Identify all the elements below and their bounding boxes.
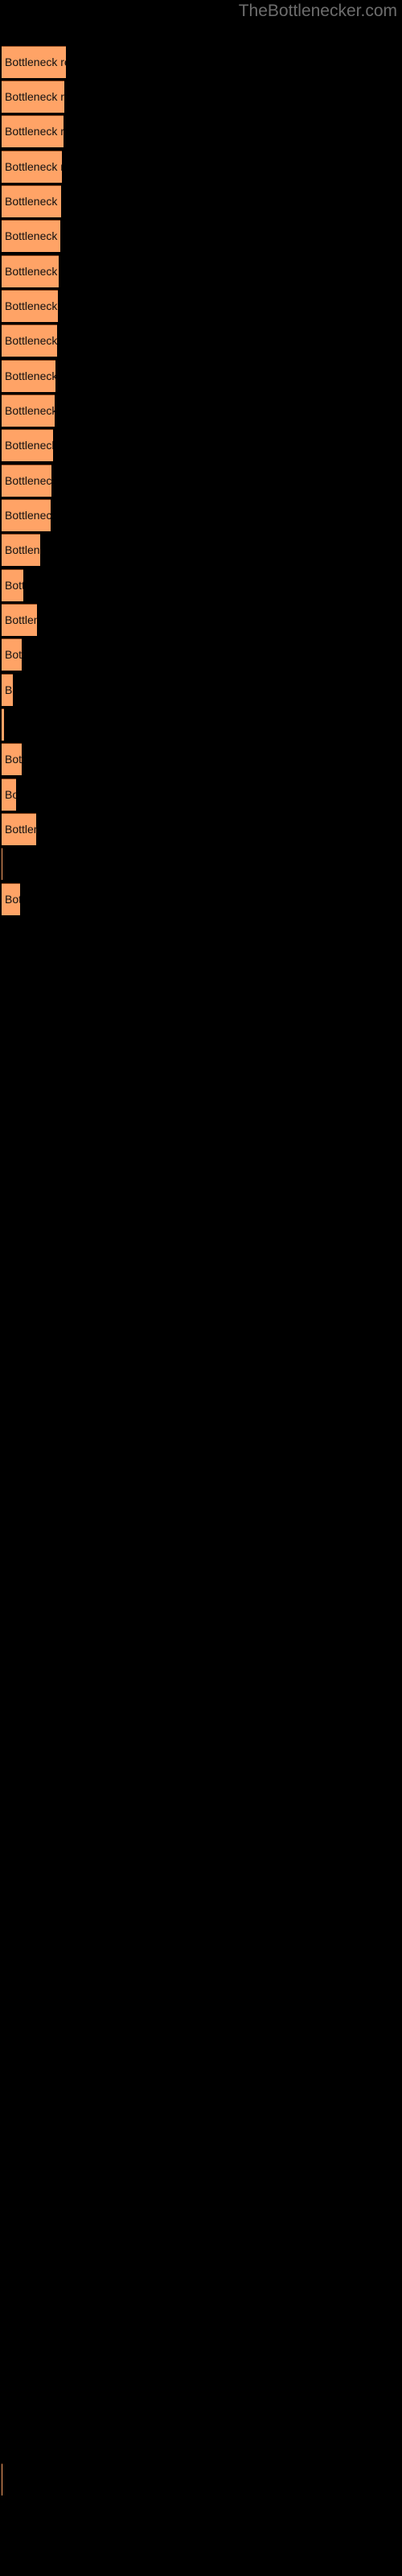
bar-row: Bottleneck result bbox=[0, 743, 402, 776]
bar-row: Bottleneck result bbox=[0, 429, 402, 462]
bar-row: Bottleneck result bbox=[0, 604, 402, 637]
result-bar[interactable] bbox=[2, 813, 36, 845]
bar-clip: Bottleneck result bbox=[2, 151, 62, 183]
bar-clip: Bottleneck result bbox=[2, 813, 36, 845]
result-bar[interactable] bbox=[2, 151, 62, 183]
bar-row: Bottleneck result bbox=[0, 2463, 402, 2496]
bar-row: Bottleneck result bbox=[0, 778, 402, 811]
bar-row: Bottleneck result bbox=[0, 534, 402, 567]
result-bar[interactable] bbox=[2, 429, 53, 461]
result-bar[interactable] bbox=[2, 46, 66, 78]
bar-row: Bottleneck result bbox=[0, 115, 402, 148]
bar-clip: Bottleneck result bbox=[2, 499, 51, 531]
bar-row: Bottleneck result bbox=[0, 46, 402, 79]
bar-row: Bottleneck result bbox=[0, 848, 402, 881]
result-bar[interactable] bbox=[2, 255, 59, 287]
bar-row: Bottleneck result bbox=[0, 394, 402, 427]
bar-clip: Bottleneck result bbox=[2, 220, 60, 252]
bar-row: Bottleneck result bbox=[0, 290, 402, 323]
bottleneck-results-chart: Bottleneck resultBottleneck resultBottle… bbox=[0, 0, 402, 2576]
bar-row: Bottleneck result bbox=[0, 324, 402, 357]
bar-clip: Bottleneck result bbox=[2, 394, 55, 427]
bar-row: Bottleneck result bbox=[0, 813, 402, 846]
bar-row: Bottleneck result bbox=[0, 569, 402, 602]
bar-clip: Bottleneck result bbox=[2, 290, 58, 322]
bar-clip: Bottleneck result bbox=[2, 743, 22, 775]
bar-row: Bottleneck result bbox=[0, 80, 402, 114]
result-bar[interactable] bbox=[2, 360, 55, 392]
bar-row: Bottleneck result bbox=[0, 255, 402, 288]
bar-row: Bottleneck result bbox=[0, 674, 402, 707]
result-bar[interactable] bbox=[2, 115, 64, 147]
bar-row: Bottleneck result bbox=[0, 151, 402, 184]
result-bar[interactable] bbox=[2, 534, 40, 566]
bar-clip: Bottleneck result bbox=[2, 604, 37, 636]
bar-row: Bottleneck result bbox=[0, 220, 402, 253]
result-bar[interactable] bbox=[2, 743, 22, 775]
result-bar[interactable] bbox=[2, 499, 51, 531]
bar-clip: Bottleneck result bbox=[2, 255, 59, 287]
result-bar[interactable] bbox=[2, 569, 23, 601]
bar-row: Bottleneck result bbox=[0, 883, 402, 916]
result-bar[interactable] bbox=[2, 674, 13, 706]
bar-row: Bottleneck result bbox=[0, 638, 402, 671]
bar-clip: Bottleneck result bbox=[2, 115, 64, 147]
bar-clip: Bottleneck result bbox=[2, 185, 61, 217]
result-bar[interactable] bbox=[2, 290, 58, 322]
bar-clip: Bottleneck result bbox=[2, 569, 23, 601]
result-bar[interactable] bbox=[2, 778, 16, 811]
bar-clip: Bottleneck result bbox=[2, 46, 66, 78]
bar-clip: Bottleneck result bbox=[2, 534, 40, 566]
result-bar[interactable] bbox=[2, 464, 51, 497]
result-bar[interactable] bbox=[2, 604, 37, 636]
bar-clip: Bottleneck result bbox=[2, 429, 53, 461]
bar-clip: Bottleneck result bbox=[2, 674, 13, 706]
result-bar[interactable] bbox=[2, 80, 64, 113]
bar-clip: Bottleneck result bbox=[2, 778, 16, 811]
bar-row: Bottleneck result bbox=[0, 499, 402, 532]
result-bar[interactable] bbox=[2, 638, 22, 671]
result-bar[interactable] bbox=[2, 185, 61, 217]
result-bar[interactable] bbox=[2, 394, 55, 427]
bar-clip: Bottleneck result bbox=[2, 464, 51, 497]
bar-clip: Bottleneck result bbox=[2, 638, 22, 671]
bar-clip: Bottleneck result bbox=[2, 883, 20, 915]
bar-row: Bottleneck result bbox=[0, 708, 402, 741]
result-bar[interactable] bbox=[2, 220, 60, 252]
result-bar[interactable] bbox=[2, 883, 20, 915]
bar-row: Bottleneck result bbox=[0, 464, 402, 497]
bar-row: Bottleneck result bbox=[0, 360, 402, 393]
bar-clip: Bottleneck result bbox=[2, 708, 4, 741]
result-bar[interactable] bbox=[2, 708, 4, 741]
bar-clip: Bottleneck result bbox=[2, 324, 57, 357]
bar-clip: Bottleneck result bbox=[2, 360, 55, 392]
bar-row: Bottleneck result bbox=[0, 185, 402, 218]
bar-clip: Bottleneck result bbox=[2, 80, 64, 113]
result-bar[interactable] bbox=[2, 324, 57, 357]
